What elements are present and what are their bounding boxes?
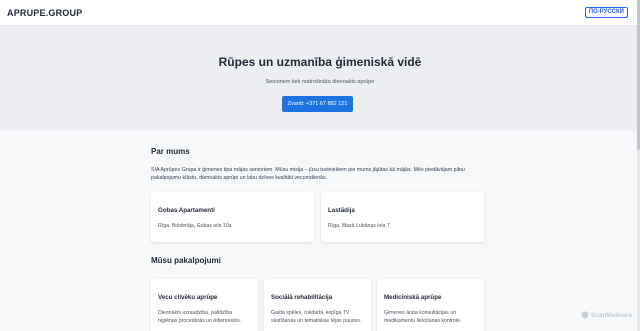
location-address: Rīga, Bolderāja, Gobas iela 10a (158, 223, 232, 229)
watermark-text: ScanMalware (590, 311, 632, 319)
service-card: Medicīniskā aprūpe Ģimenes ārsta konsult… (377, 279, 484, 331)
service-name: Medicīniskā aprūpe (384, 294, 442, 301)
main-content: Par mums SIA Aprūpes Grupa ir ģimenes ti… (0, 131, 640, 331)
service-text: Diennakts uzraudzība, palīdzība higiēnas… (158, 310, 242, 324)
hero-section: Rūpes un uzmanība ģimeniskā vidē Seniori… (0, 26, 640, 131)
about-title: Par mums (151, 147, 190, 156)
services-title: Mūsu pakalpojumi (151, 256, 221, 265)
service-text: Ģimenes ārsta konsultācijas un medikamen… (384, 310, 462, 324)
service-card: Vecu cilvēku aprūpe Diennakts uzraudzība… (151, 279, 258, 331)
language-switch-button[interactable]: ПО-РУССКИ (584, 7, 628, 18)
site-logo[interactable]: APRUPE.GROUP (7, 8, 82, 18)
hero-subtitle: Senioriem tiek nodrošināta diennakts apr… (265, 79, 375, 85)
service-text: Galda spēles, rokdarbi, kopīga TV skatīš… (271, 310, 362, 324)
watermark: ScanMalware (581, 311, 632, 319)
location-name: Gobas Apartamenti (158, 207, 215, 214)
call-button[interactable]: Zvanīt: +371 67 882 121 (282, 96, 353, 112)
location-card: Lastādija Rīga, Mazā Lubānas iela 7 (321, 192, 484, 242)
service-card: Sociālā rehabilitācija Galda spēles, rok… (264, 279, 371, 331)
service-name: Sociālā rehabilitācija (271, 294, 333, 301)
location-name: Lastādija (328, 207, 355, 214)
location-address: Rīga, Mazā Lubānas iela 7 (328, 223, 390, 229)
location-card: Gobas Apartamenti Rīga, Bolderāja, Gobas… (151, 192, 314, 242)
service-name: Vecu cilvēku aprūpe (158, 294, 218, 301)
shield-icon (581, 311, 589, 319)
site-header: APRUPE.GROUP ПО-РУССКИ (0, 0, 640, 26)
about-text: SIA Aprūpes Grupa ir ģimenes tipa mājas … (151, 167, 465, 181)
hero-title: Rūpes un uzmanība ģimeniskā vidē (218, 55, 422, 69)
